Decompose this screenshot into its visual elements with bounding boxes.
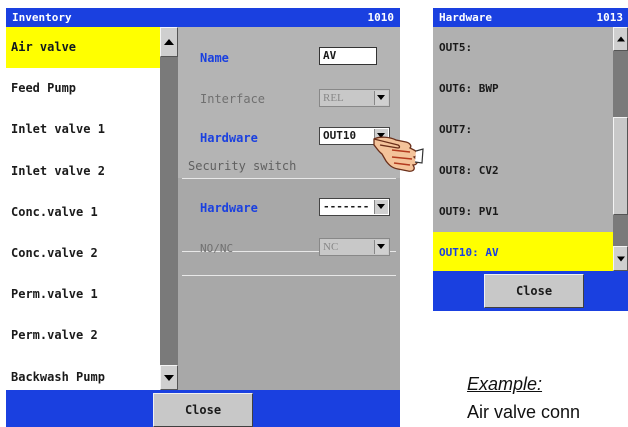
pointing-hand-icon [373,136,424,172]
nonc-value: NC [323,241,339,253]
interface-value: REL [323,92,344,104]
security-hardware-value: ------- [323,200,370,213]
list-item-inlet-valve-1[interactable]: Inlet valve 1 [6,109,160,150]
scroll-up-icon [164,39,174,45]
divider [182,178,396,179]
hardware-scroll-down-button[interactable] [613,246,628,271]
security-hardware-label: Hardware [200,201,258,215]
caption-text: Air valve conn [467,402,581,422]
inventory-close-button[interactable]: Close [153,393,253,427]
scroll-down-icon [616,256,625,261]
hardware-list: OUT5: OUT6: BWP OUT7: OUT8: CV2 OUT9: PV… [433,27,613,273]
hardware-close-button[interactable]: Close [484,274,584,308]
list-item-perm-valve-2[interactable]: Perm.valve 2 [6,315,160,356]
security-switch-header: Security switch [188,159,297,173]
hardware-title-bar: Hardware 1013 [433,8,628,27]
hardware-scroll-thumb[interactable] [613,117,628,215]
divider [182,275,396,276]
scroll-down-button[interactable] [160,365,178,390]
scroll-up-button[interactable] [160,27,178,57]
scroll-down-icon [164,374,174,381]
hardware-item-out10[interactable]: OUT10: AV [433,232,613,273]
hardware-label: Hardware [200,131,258,145]
inventory-scrollbar[interactable] [160,27,178,390]
inventory-id-number: 1010 [367,11,395,24]
list-item-inlet-valve-2[interactable]: Inlet valve 2 [6,151,160,192]
scroll-up-icon [616,36,625,42]
hardware-title: Hardware [439,11,492,24]
list-item-conc-valve-2[interactable]: Conc.valve 2 [6,233,160,274]
list-item-air-valve[interactable]: Air valve [6,27,160,69]
list-item-perm-valve-1[interactable]: Perm.valve 1 [6,274,160,315]
hardware-item-out7[interactable]: OUT7: [433,109,613,150]
hardware-item-out9[interactable]: OUT9: PV1 [433,191,613,232]
dropdown-arrow-icon [374,240,388,254]
inventory-list: Air valve Feed Pump Inlet valve 1 Inlet … [6,27,160,390]
hardware-id-number: 1013 [596,11,624,24]
inventory-title-bar: Inventory 1010 [6,8,400,27]
list-item-feed-pump[interactable]: Feed Pump [6,68,160,109]
hardware-value: OUT10 [323,129,357,142]
name-input[interactable]: AV [319,47,377,65]
caption-title: Example: [467,374,543,394]
hardware-scrollbar[interactable] [613,27,628,271]
hardware-item-out6[interactable]: OUT6: BWP [433,68,613,109]
nonc-select: NC [319,238,390,256]
nonc-label: NO/NC [200,242,234,255]
dropdown-arrow-icon[interactable] [374,200,388,214]
list-item-conc-valve-1[interactable]: Conc.valve 1 [6,192,160,233]
inventory-title: Inventory [12,11,72,24]
hardware-item-out8[interactable]: OUT8: CV2 [433,150,613,191]
hardware-scroll-up-button[interactable] [613,27,628,51]
interface-select: REL [319,89,390,107]
security-hardware-select[interactable]: ------- [319,198,390,216]
name-label: Name [200,51,229,65]
hardware-item-out5[interactable]: OUT5: [433,27,613,68]
dropdown-arrow-icon [374,91,388,105]
interface-label: Interface [200,92,266,106]
